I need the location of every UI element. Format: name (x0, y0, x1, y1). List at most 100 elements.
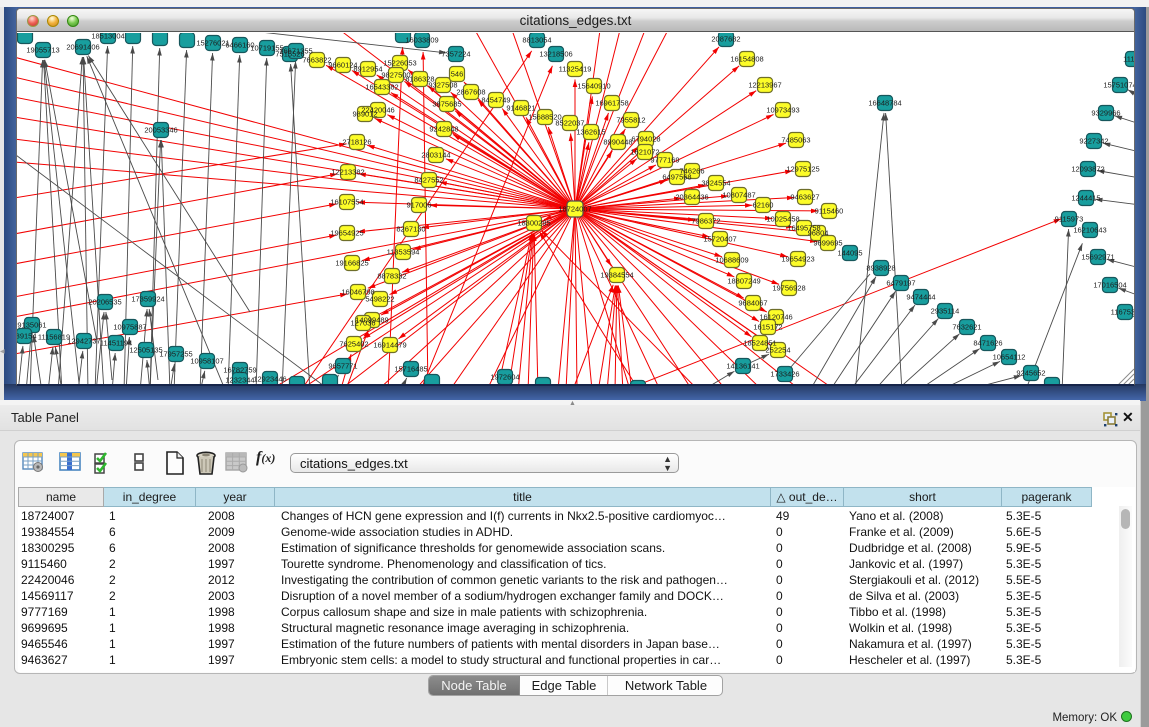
svg-text:9699695: 9699695 (813, 238, 842, 247)
svg-text:2935114: 2935114 (931, 306, 960, 315)
svg-text:9684067: 9684067 (738, 298, 767, 307)
svg-text:20206535: 20206535 (88, 297, 121, 306)
svg-text:16033809: 16033809 (405, 35, 438, 44)
svg-text:15751074: 15751074 (1103, 80, 1134, 89)
svg-text:5498222: 5498222 (365, 294, 394, 303)
svg-text:9115460: 9115460 (815, 206, 844, 215)
svg-text:19654925: 19654925 (330, 228, 363, 237)
svg-text:1232344: 1232344 (225, 375, 254, 384)
svg-text:11353594: 11353594 (387, 247, 420, 256)
svg-text:7955812: 7955812 (616, 115, 645, 124)
svg-text:16782759: 16782759 (223, 365, 256, 374)
svg-text:9227342: 9227342 (1079, 136, 1108, 145)
svg-text:9463627: 9463627 (790, 192, 819, 201)
svg-text:10807487: 10807487 (722, 190, 755, 199)
svg-text:16543382: 16543382 (365, 82, 398, 91)
svg-text:8938928: 8938928 (866, 263, 895, 272)
svg-text:9135061: 9135061 (17, 320, 46, 329)
svg-text:15720407: 15720407 (703, 234, 736, 243)
svg-text:12923446: 12923446 (253, 374, 286, 383)
svg-text:19384554: 19384554 (600, 270, 633, 279)
svg-text:10025458: 10025458 (766, 214, 799, 223)
svg-text:7986372: 7986372 (691, 216, 720, 225)
svg-text:96804: 96804 (808, 228, 829, 237)
svg-text:12505135: 12505135 (129, 345, 162, 354)
svg-text:16210643: 16210643 (1073, 225, 1106, 234)
svg-text:6479197: 6479197 (886, 278, 915, 287)
svg-text:8912954: 8912954 (353, 64, 382, 73)
svg-text:1362615: 1362615 (576, 127, 605, 136)
svg-text:1167533: 1167533 (1111, 307, 1134, 316)
svg-text:11451194: 11451194 (100, 338, 132, 347)
svg-text:9245652: 9245652 (1016, 368, 1045, 377)
svg-text:1972604: 1972604 (490, 372, 519, 381)
svg-text:7632621: 7632621 (952, 322, 981, 331)
svg-text:12093872: 12093872 (1071, 164, 1104, 173)
svg-text:939154: 939154 (17, 331, 37, 340)
svg-text:8427552: 8427552 (414, 175, 443, 184)
svg-text:19055713: 19055713 (26, 45, 59, 54)
svg-text:7663822: 7663822 (302, 55, 331, 64)
svg-text:127036: 127036 (350, 318, 375, 327)
svg-text:10688609: 10688609 (715, 255, 748, 264)
svg-text:3875685: 3875685 (432, 99, 461, 108)
svg-text:1733426: 1733426 (770, 369, 799, 378)
svg-text:17016504: 17016504 (1093, 280, 1126, 289)
svg-text:2803144: 2803144 (421, 150, 450, 159)
svg-text:9474444: 9474444 (906, 292, 935, 301)
svg-text:8522037: 8522037 (555, 118, 584, 127)
svg-text:18300295: 18300295 (517, 218, 550, 227)
svg-text:8471626: 8471626 (973, 338, 1002, 347)
svg-text:12942737: 12942737 (67, 336, 100, 345)
svg-text:8878332: 8878332 (377, 271, 406, 280)
svg-text:10973493: 10973493 (766, 105, 799, 114)
svg-text:15226053: 15226053 (383, 58, 416, 67)
svg-text:20691406: 20691406 (66, 42, 99, 51)
svg-text:15716485: 15716485 (394, 364, 427, 373)
svg-text:16648784: 16648784 (868, 98, 901, 107)
svg-text:16154808: 16154808 (730, 54, 763, 63)
svg-text:10654112: 10654112 (993, 352, 1026, 361)
svg-text:12213382: 12213382 (331, 167, 364, 176)
svg-text:917006: 917006 (406, 200, 431, 209)
svg-text:16107554: 16107554 (330, 197, 363, 206)
svg-text:7485063: 7485063 (781, 135, 810, 144)
svg-text:16120746: 16120746 (759, 312, 792, 321)
svg-text:7625402: 7625402 (339, 339, 368, 348)
svg-text:20053346: 20053346 (144, 125, 177, 134)
svg-text:546: 546 (451, 69, 464, 78)
svg-text:10958107: 10958107 (190, 356, 223, 365)
svg-text:16671355: 16671355 (279, 46, 312, 55)
svg-text:20364436: 20364436 (675, 192, 708, 201)
svg-text:18724007: 18724007 (558, 204, 591, 213)
svg-text:8990448: 8990448 (603, 137, 632, 146)
svg-text:989012: 989012 (352, 109, 377, 118)
svg-text:2087682: 2087682 (711, 34, 740, 43)
svg-text:16914479: 16914479 (373, 340, 406, 349)
svg-text:19654923: 19654923 (781, 254, 814, 263)
svg-text:10975887: 10975887 (113, 322, 146, 331)
svg-text:16961758: 16961758 (595, 98, 628, 107)
svg-text:18513004: 18513004 (91, 33, 124, 40)
svg-text:9242848: 9242848 (429, 124, 458, 133)
svg-text:1244415: 1244415 (1071, 193, 1100, 202)
svg-text:9657771: 9657771 (328, 361, 357, 370)
svg-text:9777169: 9777169 (650, 155, 679, 164)
svg-text:252254: 252254 (765, 345, 790, 354)
svg-text:144095: 144095 (837, 248, 862, 257)
svg-text:19756928: 19756928 (772, 283, 805, 292)
svg-text:8267130: 8267130 (396, 224, 425, 233)
svg-text:1615172: 1615172 (753, 322, 782, 331)
svg-text:9327508: 9327508 (428, 80, 457, 89)
svg-text:746266: 746266 (679, 166, 704, 175)
svg-text:9115973: 9115973 (1055, 214, 1084, 223)
svg-text:9329966: 9329966 (1091, 108, 1120, 117)
svg-text:11156819: 11156819 (38, 332, 70, 341)
svg-text:3824554: 3824554 (701, 178, 730, 187)
svg-text:13218506: 13218506 (539, 49, 572, 58)
svg-text:9146821: 9146821 (506, 103, 535, 112)
svg-text:15692971: 15692971 (1081, 252, 1114, 261)
svg-text:17957255: 17957255 (159, 349, 192, 358)
svg-text:14136141: 14136141 (726, 361, 759, 370)
svg-text:17359924: 17359924 (131, 294, 164, 303)
